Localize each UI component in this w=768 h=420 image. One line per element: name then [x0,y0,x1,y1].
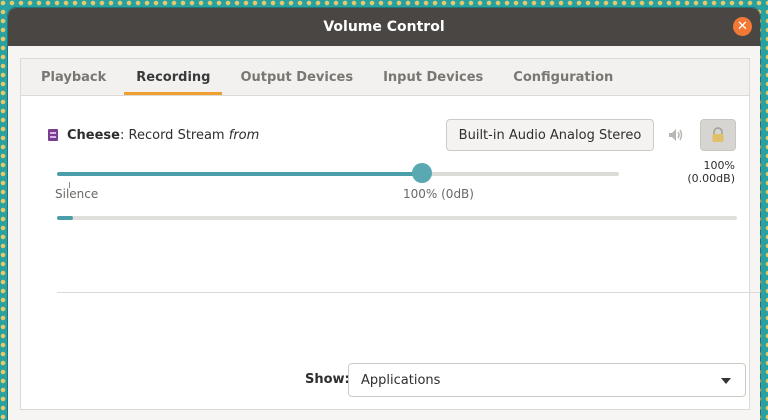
tab-playback[interactable]: Playback [29,59,118,95]
separator-line [57,292,760,293]
tab-output-devices[interactable]: Output Devices [228,59,365,95]
from-text: from [228,128,260,143]
silence-mark: Silence [55,187,99,201]
show-dropdown[interactable]: Applications [348,363,746,397]
hundred-percent-mark: 100% (0dB) [403,187,474,201]
volume-slider-handle[interactable] [412,163,433,183]
level-meter-fill [57,216,73,220]
chevron-down-icon [721,378,731,384]
stream-label: Cheese: Record Stream from [67,128,259,143]
show-label: Show: [305,372,350,387]
titlebar: Volume Control ✕ [8,8,760,46]
app-name: Cheese [67,128,120,143]
volume-slider[interactable] [57,163,619,183]
main-panel: Playback Recording Output Devices Input … [20,58,760,410]
close-icon: ✕ [737,19,748,34]
level-meter [57,216,737,220]
show-dropdown-value: Applications [361,372,441,388]
device-selector-button[interactable]: Built-in Audio Analog Stereo [446,119,654,151]
tab-bar: Playback Recording Output Devices Input … [21,59,749,96]
tab-input-devices[interactable]: Input Devices [371,59,495,95]
separator: : [119,128,125,143]
lock-icon [712,127,724,142]
window-title: Volume Control [323,19,445,35]
tab-configuration[interactable]: Configuration [501,59,625,95]
volume-readout: 100% (0.00dB) [687,159,735,185]
speaker-icon[interactable] [667,126,687,144]
volume-slider-fill [57,172,423,176]
lock-channels-button[interactable] [700,119,736,151]
stream-text: Record Stream [128,128,225,143]
cheese-app-icon [48,129,58,141]
volume-control-window: Volume Control ✕ Playback Recording Outp… [8,8,760,420]
tab-recording[interactable]: Recording [124,59,223,95]
close-button[interactable]: ✕ [733,17,752,36]
